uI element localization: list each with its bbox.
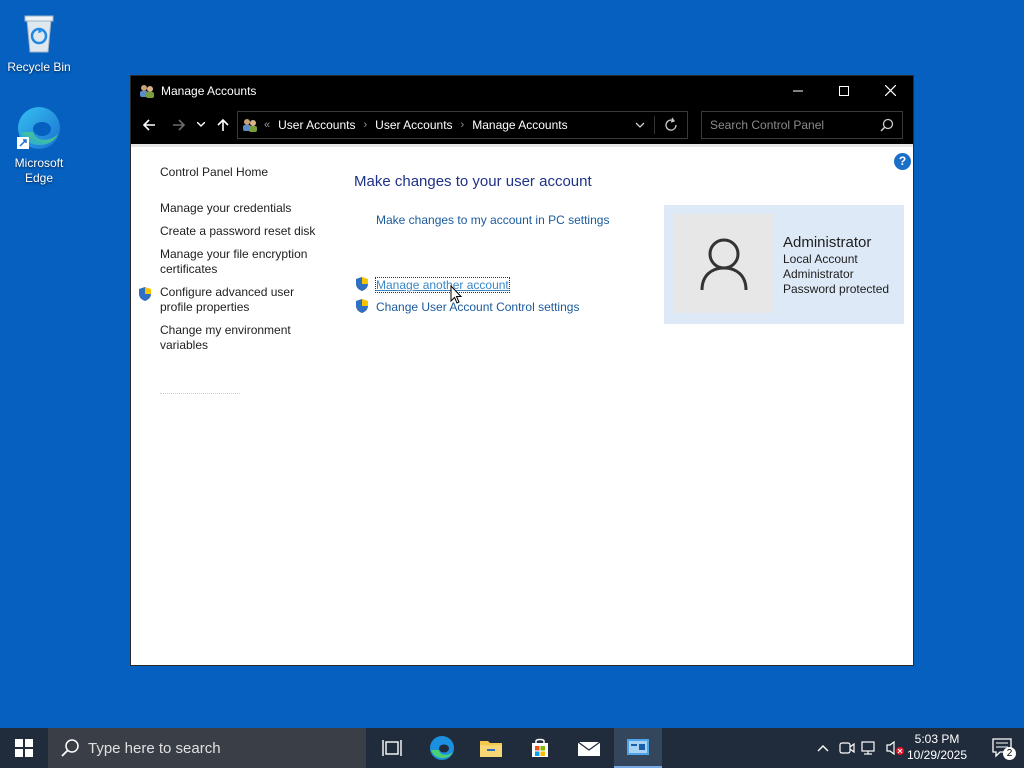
- show-hidden-icons-button[interactable]: [814, 728, 832, 768]
- notification-badge: 2: [1003, 747, 1016, 760]
- user-accounts-icon: [243, 119, 257, 132]
- clock-time: 5:03 PM: [914, 732, 960, 746]
- taskbar-search-placeholder: Type here to search: [88, 739, 221, 757]
- store-icon: [532, 738, 548, 757]
- shield-icon: [139, 287, 151, 301]
- recycle-bin-label: Recycle Bin: [7, 60, 71, 74]
- pc-settings-link[interactable]: Make changes to my account in PC setting…: [376, 213, 609, 227]
- taskbar-store[interactable]: [516, 728, 564, 768]
- minimize-icon: [793, 90, 803, 91]
- manage-another-account-link[interactable]: Manage another account: [375, 277, 510, 293]
- search-box[interactable]: [701, 111, 903, 139]
- manage-credentials-link[interactable]: Manage your credentials: [160, 201, 325, 216]
- search-input[interactable]: [702, 112, 878, 138]
- user-icon: [700, 238, 747, 290]
- tray-meet-now[interactable]: [837, 728, 857, 768]
- taskbar-edge[interactable]: [418, 728, 466, 768]
- uac-settings-link[interactable]: Change User Account Control settings: [376, 300, 579, 314]
- address-bar[interactable]: « User Accounts › User Accounts › Manage…: [237, 111, 688, 139]
- clock-date: 10/29/2025: [906, 748, 968, 762]
- avatar: [674, 214, 773, 313]
- taskbar-search-box[interactable]: Type here to search: [48, 728, 366, 768]
- breadcrumb-separator[interactable]: ›: [461, 119, 465, 131]
- taskbar: Type here to search 5:03 PM 10/29/2025 2: [0, 728, 1024, 768]
- task-view-button[interactable]: [368, 728, 416, 768]
- content-area: ? Control Panel Home Manage your credent…: [131, 150, 913, 665]
- breadcrumb-manage-accounts[interactable]: Manage Accounts: [472, 118, 567, 132]
- navigation-bar: « User Accounts › User Accounts › Manage…: [131, 105, 913, 147]
- shield-icon: [356, 277, 368, 291]
- arrow-up-icon: [217, 118, 229, 131]
- network-icon: [861, 741, 875, 755]
- back-button[interactable]: [137, 113, 161, 137]
- environment-variables-link[interactable]: Change my environment variables: [160, 323, 325, 353]
- title-bar[interactable]: Manage Accounts: [131, 76, 913, 105]
- divider: [160, 393, 240, 394]
- close-icon: [884, 85, 896, 96]
- refresh-icon[interactable]: [663, 117, 679, 133]
- search-icon[interactable]: [880, 118, 894, 132]
- tray-network[interactable]: [860, 728, 880, 768]
- edge-desktop-icon[interactable]: Microsoft Edge: [1, 104, 77, 186]
- mail-icon: [577, 741, 601, 756]
- chevron-up-icon: [817, 745, 829, 752]
- file-encryption-link[interactable]: Manage your file encryption certificates: [160, 247, 325, 277]
- taskbar-mail[interactable]: [565, 728, 613, 768]
- file-explorer-icon: [480, 741, 502, 757]
- close-button[interactable]: [867, 76, 913, 105]
- breadcrumb-user-accounts-2[interactable]: User Accounts: [375, 118, 452, 132]
- account-card: Administrator Local Account Administrato…: [664, 205, 904, 324]
- chevron-down-icon[interactable]: [633, 118, 647, 132]
- recycle-bin-desktop-icon[interactable]: Recycle Bin: [1, 8, 77, 75]
- edge-icon: [430, 736, 454, 760]
- address-overflow[interactable]: «: [264, 119, 270, 131]
- control-panel-home-link[interactable]: Control Panel Home: [160, 165, 325, 180]
- maximize-button[interactable]: [821, 76, 867, 105]
- account-status: Password protected: [783, 282, 890, 296]
- edge-label: Microsoft Edge: [14, 156, 64, 185]
- arrow-left-icon: [142, 119, 155, 131]
- help-button[interactable]: ?: [894, 153, 911, 170]
- minimize-button[interactable]: [775, 76, 821, 105]
- account-type: Local Account: [783, 252, 858, 266]
- address-divider: [654, 116, 655, 134]
- taskbar-control-panel[interactable]: [614, 728, 662, 768]
- forward-button[interactable]: [167, 113, 191, 137]
- mouse-cursor-icon: [450, 285, 463, 304]
- manage-accounts-window: Manage Accounts « User Accounts › User A…: [130, 75, 914, 666]
- search-icon: [61, 739, 79, 757]
- account-name: Administrator: [783, 234, 872, 251]
- breadcrumb-user-accounts[interactable]: User Accounts: [278, 118, 355, 132]
- recycle-bin-icon: [15, 8, 63, 56]
- camera-icon: [839, 742, 855, 754]
- account-role: Administrator: [783, 267, 854, 281]
- advanced-profile-link[interactable]: Configure advanced user profile properti…: [160, 285, 325, 315]
- notification-center-button[interactable]: 2: [992, 738, 1016, 760]
- breadcrumb-separator[interactable]: ›: [364, 119, 368, 131]
- window-title: Manage Accounts: [161, 83, 257, 98]
- windows-logo-icon: [15, 739, 33, 757]
- up-button[interactable]: [211, 113, 235, 137]
- arrow-right-icon: [173, 119, 186, 131]
- shield-icon: [356, 299, 368, 313]
- page-title: Make changes to your user account: [354, 173, 592, 190]
- control-panel-icon: [627, 739, 649, 755]
- password-reset-disk-link[interactable]: Create a password reset disk: [160, 224, 325, 239]
- user-accounts-icon: [140, 84, 154, 98]
- start-button[interactable]: [0, 728, 48, 768]
- task-view-icon: [382, 740, 402, 756]
- system-clock[interactable]: 5:03 PM 10/29/2025: [902, 731, 972, 763]
- recent-locations-button[interactable]: [193, 113, 209, 137]
- maximize-icon: [839, 85, 849, 96]
- taskbar-file-explorer[interactable]: [467, 728, 515, 768]
- edge-icon: [15, 104, 63, 152]
- chevron-down-icon: [197, 122, 205, 127]
